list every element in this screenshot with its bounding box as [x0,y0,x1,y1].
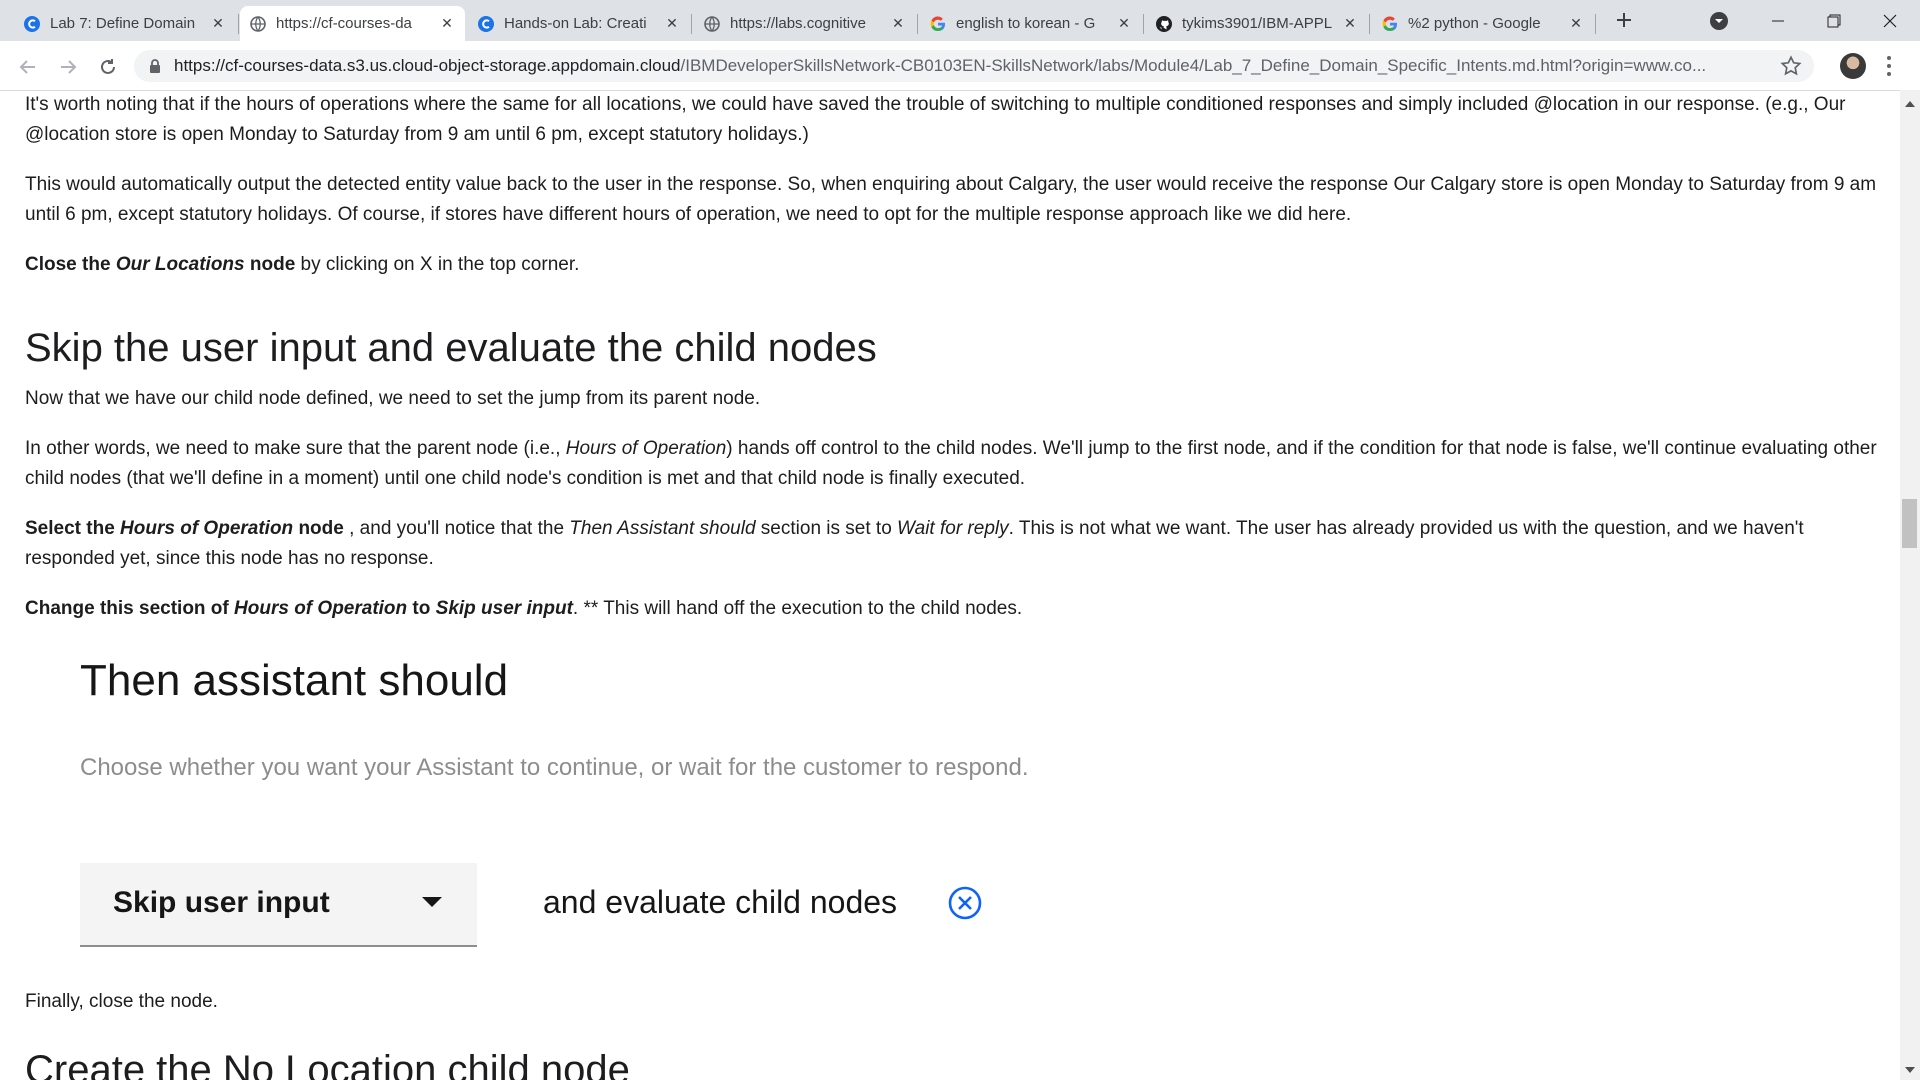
scroll-down-arrow-icon[interactable] [1904,1062,1916,1073]
italic-text: Then Assistant should [569,518,756,539]
vertical-scrollbar[interactable] [1900,90,1920,1080]
dropdown-value: Skip user input [113,886,330,919]
paragraph-text: section is set to [755,518,898,539]
bold-italic-text: Hours of Operation [120,518,294,539]
bold-text: node [293,518,344,539]
next-section-heading: Create the No Location child node [25,1048,630,1080]
paragraph-text: This would automatically output the dete… [25,174,1877,225]
back-icon[interactable] [14,53,42,81]
browser-menu-icon[interactable] [1885,54,1893,78]
tab-title: tykims3901/IBM-APPL [1182,15,1333,32]
tab-title: Lab 7: Define Domain [50,15,196,32]
url-host: https://cf-courses-data.s3.us.cloud-obje… [174,56,681,75]
restore-icon[interactable] [1806,0,1862,41]
paragraph-text: . ** This will hand off the execution to… [572,598,1023,619]
tab-3[interactable]: Hands-on Lab: Creati ✕ [468,6,690,41]
bold-text: to [407,598,436,619]
caret-down-icon [422,897,442,907]
tab-title: https://cf-courses-da [276,15,412,32]
section-heading: Skip the user input and evaluate the chi… [25,326,877,370]
tab-5[interactable]: english to korean - G ✕ [920,6,1142,41]
image-then-assistant-title: Then assistant should [80,656,509,705]
tab-separator [238,14,239,34]
address-bar[interactable]: https://cf-courses-data.s3.us.cloud-obje… [134,50,1814,82]
close-icon[interactable]: ✕ [1116,15,1132,32]
profile-avatar[interactable] [1840,53,1866,79]
scroll-up-arrow-icon[interactable] [1904,96,1916,107]
tab-separator [1595,14,1596,34]
tab-title: %2 python - Google [1408,15,1541,32]
paragraph: Change this section of Hours of Operatio… [25,594,1880,624]
forward-icon[interactable] [54,53,82,81]
close-icon[interactable]: ✕ [439,15,455,32]
cognitive-class-icon [478,15,494,32]
url-path: /IBMDeveloperSkillsNetwork-CB0103EN-Skil… [680,56,1707,75]
bold-italic-text: Our Locations [115,254,245,275]
tab-1[interactable]: Lab 7: Define Domain ✕ [14,6,236,41]
paragraph-text: Now that we have our child node defined,… [25,388,761,409]
close-icon[interactable]: ✕ [210,15,226,32]
bold-italic-text: Skip user input [435,598,573,619]
tab-2-active[interactable]: https://cf-courses-da ✕ [240,6,465,41]
cognitive-class-icon [24,15,40,32]
tab-separator [917,14,918,34]
tab-search-icon[interactable] [1708,10,1730,32]
google-icon [930,15,946,32]
paragraph: It's worth noting that if the hours of o… [25,90,1880,150]
paragraph: Close the Our Locations node by clicking… [25,250,1880,280]
close-window-icon[interactable] [1862,0,1918,41]
google-icon [1382,15,1398,32]
reload-icon[interactable] [94,53,122,81]
github-icon [1156,15,1172,32]
tab-separator [1143,14,1144,34]
paragraph-text: It's worth noting that if the hours of o… [25,94,1846,145]
new-tab-button[interactable] [1612,8,1636,32]
minimize-icon[interactable] [1750,0,1806,41]
tab-title: english to korean - G [956,15,1096,32]
paragraph: Select the Hours of Operation node , and… [25,514,1880,574]
page-content: It's worth noting that if the hours of o… [0,90,1900,1080]
scrollbar-thumb[interactable] [1902,499,1917,548]
paragraph: Finally, close the node. [25,987,1880,1017]
close-icon[interactable]: ✕ [1342,15,1358,32]
close-circle-icon [948,886,982,920]
italic-text: Hours of Operation [565,438,727,459]
bold-text: node [244,254,296,275]
tab-title: https://labs.cognitive [730,15,866,32]
image-then-assistant-description: Choose whether you want your Assistant t… [80,754,1029,781]
paragraph: Now that we have our child node defined,… [25,384,1880,414]
tab-4[interactable]: https://labs.cognitive ✕ [694,6,916,41]
lock-icon[interactable] [148,58,162,74]
image-skip-user-input-dropdown: Skip user input [80,863,477,947]
image-evaluate-child-nodes-text: and evaluate child nodes [543,884,898,920]
italic-text: Wait for reply [897,518,1009,539]
paragraph: This would automatically output the dete… [25,170,1880,230]
close-icon[interactable]: ✕ [890,15,906,32]
paragraph-text: , and you'll notice that the [343,518,570,539]
globe-icon [250,15,266,32]
tab-7[interactable]: %2 python - Google ✕ [1372,6,1594,41]
paragraph-text: In other words, we need to make sure tha… [25,438,566,459]
bold-text: Close the [25,254,116,275]
globe-icon [704,15,720,32]
close-icon[interactable]: ✕ [664,15,680,32]
paragraph-text: Finally, close the node. [25,991,218,1012]
url-text[interactable]: https://cf-courses-data.s3.us.cloud-obje… [174,56,1770,76]
bold-italic-text: Hours of Operation [234,598,408,619]
bold-text: Change this section of [25,598,235,619]
tab-6[interactable]: tykims3901/IBM-APPL ✕ [1146,6,1368,41]
close-icon[interactable]: ✕ [1568,15,1584,32]
tab-separator [1369,14,1370,34]
bold-text: Select the [25,518,121,539]
tab-title: Hands-on Lab: Creati [504,15,647,32]
paragraph-text: by clicking on X in the top corner. [295,254,580,275]
bookmark-star-icon[interactable] [1780,55,1802,77]
paragraph: In other words, we need to make sure tha… [25,434,1880,494]
tab-separator [691,14,692,34]
